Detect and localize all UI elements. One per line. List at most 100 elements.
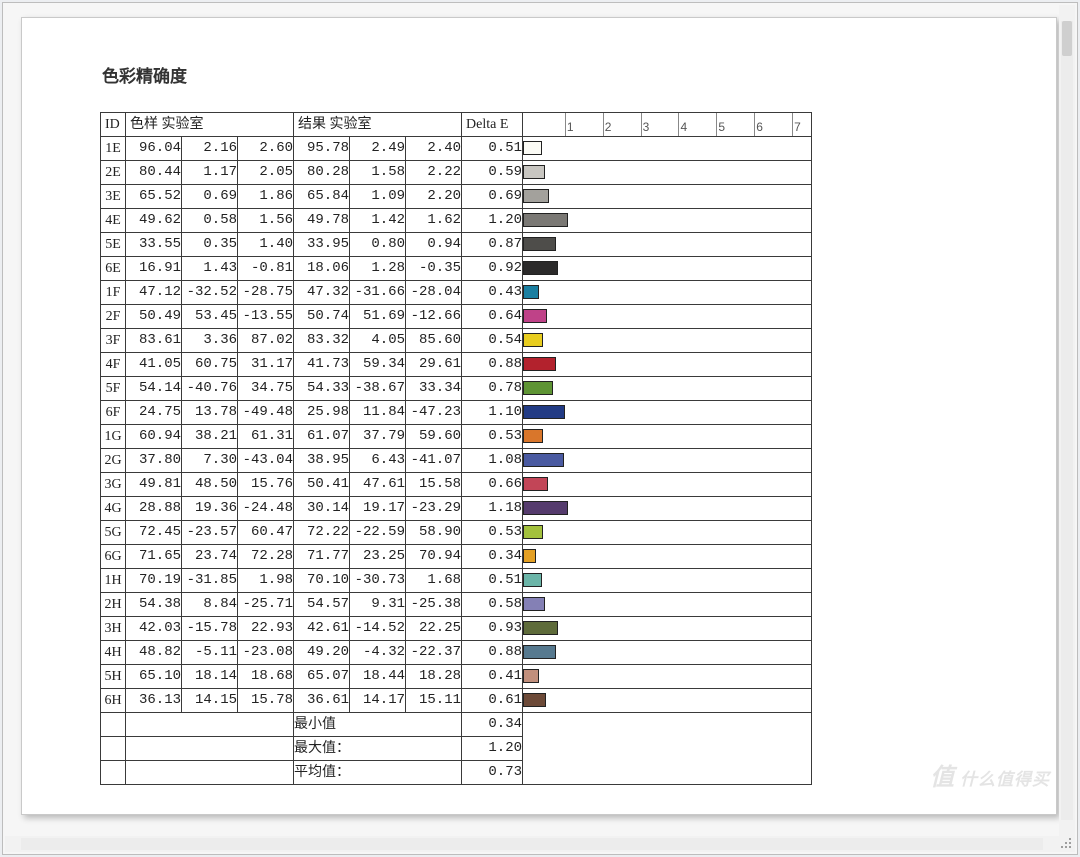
table-row: 3F 83.61 3.36 87.02 83.32 4.05 85.600.54	[101, 329, 812, 353]
summary-row: 最小值0.34	[101, 713, 812, 737]
cell-id: 1G	[101, 425, 126, 449]
cell-deltaE: 0.58	[462, 593, 523, 617]
cell-sample-0: 60.94	[126, 425, 182, 449]
cell-result-1: 51.69	[350, 305, 406, 329]
scrollbar-horizontal[interactable]	[5, 836, 1059, 852]
cell-sample-2: 15.76	[238, 473, 294, 497]
cell-result-1: 18.44	[350, 665, 406, 689]
table-row: 6G 71.65 23.74 72.28 71.77 23.25 70.940.…	[101, 545, 812, 569]
bar-cell	[523, 497, 812, 521]
cell-sample-2: 18.68	[238, 665, 294, 689]
cell-id: 2E	[101, 161, 126, 185]
cell-deltaE: 0.92	[462, 257, 523, 281]
cell-result-2: 33.34	[406, 377, 462, 401]
cell-result-1: 1.28	[350, 257, 406, 281]
cell-result-2: 29.61	[406, 353, 462, 377]
cell-deltaE: 0.51	[462, 137, 523, 161]
delta-e-bar	[523, 525, 543, 539]
bar-cell	[523, 257, 812, 281]
cell-deltaE: 0.69	[462, 185, 523, 209]
table-row: 4G 28.88 19.36 -24.48 30.14 19.17 -23.29…	[101, 497, 812, 521]
cell-id: 3F	[101, 329, 126, 353]
cell-result-1: -30.73	[350, 569, 406, 593]
cell-result-0: 42.61	[294, 617, 350, 641]
cell-result-1: 4.05	[350, 329, 406, 353]
cell-result-0: 33.95	[294, 233, 350, 257]
cell-sample-0: 54.38	[126, 593, 182, 617]
bar-cell	[523, 617, 812, 641]
cell-result-2: -25.38	[406, 593, 462, 617]
cell-deltaE: 0.66	[462, 473, 523, 497]
empty-cell	[126, 761, 294, 785]
cell-id: 1F	[101, 281, 126, 305]
cell-id: 5H	[101, 665, 126, 689]
cell-result-2: -23.29	[406, 497, 462, 521]
cell-result-0: 80.28	[294, 161, 350, 185]
table-row: 4F 41.05 60.75 31.17 41.73 59.34 29.610.…	[101, 353, 812, 377]
table-row: 2E 80.44 1.17 2.05 80.28 1.58 2.220.59	[101, 161, 812, 185]
bar-cell	[523, 281, 812, 305]
cell-id: 3G	[101, 473, 126, 497]
bar-cell	[523, 353, 812, 377]
delta-e-bar	[523, 381, 553, 395]
axis-tick: 1	[565, 113, 574, 136]
cell-result-0: 18.06	[294, 257, 350, 281]
cell-result-0: 41.73	[294, 353, 350, 377]
table-row: 5F 54.14 -40.76 34.75 54.33 -38.67 33.34…	[101, 377, 812, 401]
table-row: 5E 33.55 0.35 1.40 33.95 0.80 0.940.87	[101, 233, 812, 257]
cell-result-1: 47.61	[350, 473, 406, 497]
cell-sample-0: 41.05	[126, 353, 182, 377]
cell-sample-1: 48.50	[182, 473, 238, 497]
axis-tick: 5	[716, 113, 725, 136]
cell-sample-2: 22.93	[238, 617, 294, 641]
cell-result-0: 36.61	[294, 689, 350, 713]
table-row: 2H 54.38 8.84 -25.71 54.57 9.31 -25.380.…	[101, 593, 812, 617]
cell-sample-2: -24.48	[238, 497, 294, 521]
cell-result-0: 54.57	[294, 593, 350, 617]
summary-label: 最小值	[294, 713, 462, 737]
table-row: 5G 72.45 -23.57 60.47 72.22 -22.59 58.90…	[101, 521, 812, 545]
cell-sample-0: 50.49	[126, 305, 182, 329]
table-row: 1H 70.19 -31.85 1.98 70.10 -30.73 1.680.…	[101, 569, 812, 593]
empty-cell	[101, 737, 126, 761]
cell-result-0: 70.10	[294, 569, 350, 593]
cell-sample-1: 8.84	[182, 593, 238, 617]
bar-cell	[523, 329, 812, 353]
cell-sample-0: 71.65	[126, 545, 182, 569]
summary-value: 0.34	[462, 713, 523, 737]
cell-result-0: 61.07	[294, 425, 350, 449]
scroll-thumb-v[interactable]	[1062, 21, 1072, 56]
cell-result-1: 6.43	[350, 449, 406, 473]
resize-grip-icon	[1059, 836, 1071, 848]
cell-sample-0: 80.44	[126, 161, 182, 185]
bar-cell	[523, 305, 812, 329]
cell-deltaE: 0.43	[462, 281, 523, 305]
axis-tick: 7	[792, 113, 801, 136]
table-row: 6F 24.75 13.78 -49.48 25.98 11.84 -47.23…	[101, 401, 812, 425]
delta-e-bar	[523, 261, 558, 275]
cell-result-0: 49.78	[294, 209, 350, 233]
table-row: 1G 60.94 38.21 61.31 61.07 37.79 59.600.…	[101, 425, 812, 449]
scrollbar-vertical[interactable]	[1059, 5, 1075, 836]
summary-value: 1.20	[462, 737, 523, 761]
cell-result-2: -22.37	[406, 641, 462, 665]
cell-result-0: 83.32	[294, 329, 350, 353]
cell-deltaE: 0.78	[462, 377, 523, 401]
watermark: 值 什么值得买	[930, 757, 1050, 792]
cell-result-2: 15.58	[406, 473, 462, 497]
cell-result-0: 25.98	[294, 401, 350, 425]
cell-result-0: 47.32	[294, 281, 350, 305]
cell-sample-1: 53.45	[182, 305, 238, 329]
cell-result-1: 1.09	[350, 185, 406, 209]
cell-id: 1E	[101, 137, 126, 161]
delta-e-bar	[523, 141, 542, 155]
cell-result-1: 1.58	[350, 161, 406, 185]
cell-result-2: 59.60	[406, 425, 462, 449]
cell-sample-2: 1.56	[238, 209, 294, 233]
color-accuracy-table: ID 色样 实验室 结果 实验室 Delta E 1234567 1E 96.0…	[100, 112, 812, 785]
summary-value: 0.73	[462, 761, 523, 785]
cell-id: 1H	[101, 569, 126, 593]
cell-sample-1: -23.57	[182, 521, 238, 545]
cell-sample-1: 14.15	[182, 689, 238, 713]
cell-sample-0: 33.55	[126, 233, 182, 257]
